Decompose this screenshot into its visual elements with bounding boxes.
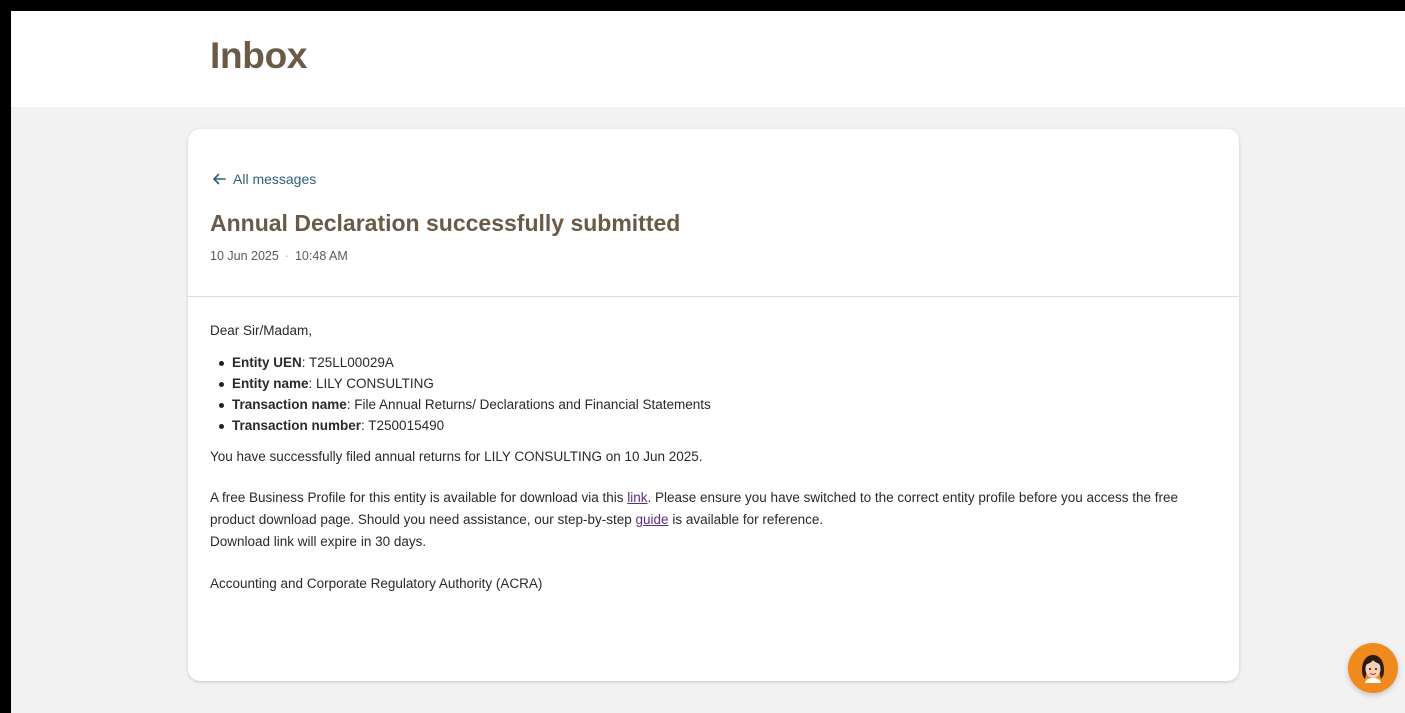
business-profile-paragraph: A free Business Profile for this entity … bbox=[210, 487, 1220, 553]
app-frame: Inbox All messages Annual Declaration su… bbox=[11, 11, 1405, 713]
message-card: All messages Annual Declaration successf… bbox=[188, 129, 1239, 681]
detail-item-uen: Entity UEN: T25LL00029A bbox=[210, 352, 1220, 373]
detail-item-transaction-name: Transaction name: File Annual Returns/ D… bbox=[210, 394, 1220, 415]
profile-text: A free Business Profile for this entity … bbox=[210, 490, 628, 505]
message-body: Dear Sir/Madam, Entity UEN: T25LL00029A … bbox=[210, 320, 1220, 595]
detail-label: Entity name bbox=[232, 376, 309, 391]
guide-link[interactable]: guide bbox=[636, 512, 669, 527]
detail-label: Transaction number bbox=[232, 418, 362, 433]
profile-text: is available for reference. bbox=[668, 512, 824, 527]
detail-item-transaction-number: Transaction number: T250015490 bbox=[210, 415, 1220, 436]
detail-label: Transaction name bbox=[232, 397, 347, 412]
page-header: Inbox bbox=[11, 11, 1405, 107]
page-title: Inbox bbox=[210, 35, 308, 76]
detail-value: : File Annual Returns/ Declarations and … bbox=[346, 397, 711, 412]
filed-confirmation: You have successfully filed annual retur… bbox=[210, 449, 703, 464]
signature: Accounting and Corporate Regulatory Auth… bbox=[210, 576, 543, 591]
greeting: Dear Sir/Madam, bbox=[210, 323, 313, 338]
arrow-left-icon bbox=[213, 173, 226, 185]
message-date: 10 Jun 2025 bbox=[210, 249, 279, 263]
details-list: Entity UEN: T25LL00029A Entity name: LIL… bbox=[210, 352, 1220, 436]
all-messages-label: All messages bbox=[233, 171, 317, 187]
detail-label: Entity UEN bbox=[232, 355, 302, 370]
detail-value: : LILY CONSULTING bbox=[308, 376, 434, 391]
timestamp-separator: · bbox=[284, 249, 289, 263]
message-title: Annual Declaration successfully submitte… bbox=[210, 210, 681, 236]
message-header: All messages Annual Declaration successf… bbox=[188, 129, 1239, 297]
all-messages-link[interactable]: All messages bbox=[211, 171, 316, 187]
expiry-notice: Download link will expire in 30 days. bbox=[210, 534, 427, 549]
detail-value: : T250015490 bbox=[361, 418, 445, 433]
chat-assistant-button[interactable] bbox=[1348, 643, 1398, 693]
message-timestamp: 10 Jun 2025 · 10:48 AM bbox=[210, 249, 348, 263]
business-profile-link[interactable]: link bbox=[627, 490, 647, 505]
detail-value: : T25LL00029A bbox=[301, 355, 394, 370]
assistant-avatar-icon bbox=[1362, 655, 1384, 683]
detail-item-entity-name: Entity name: LILY CONSULTING bbox=[210, 373, 1220, 394]
message-time: 10:48 AM bbox=[294, 249, 348, 263]
